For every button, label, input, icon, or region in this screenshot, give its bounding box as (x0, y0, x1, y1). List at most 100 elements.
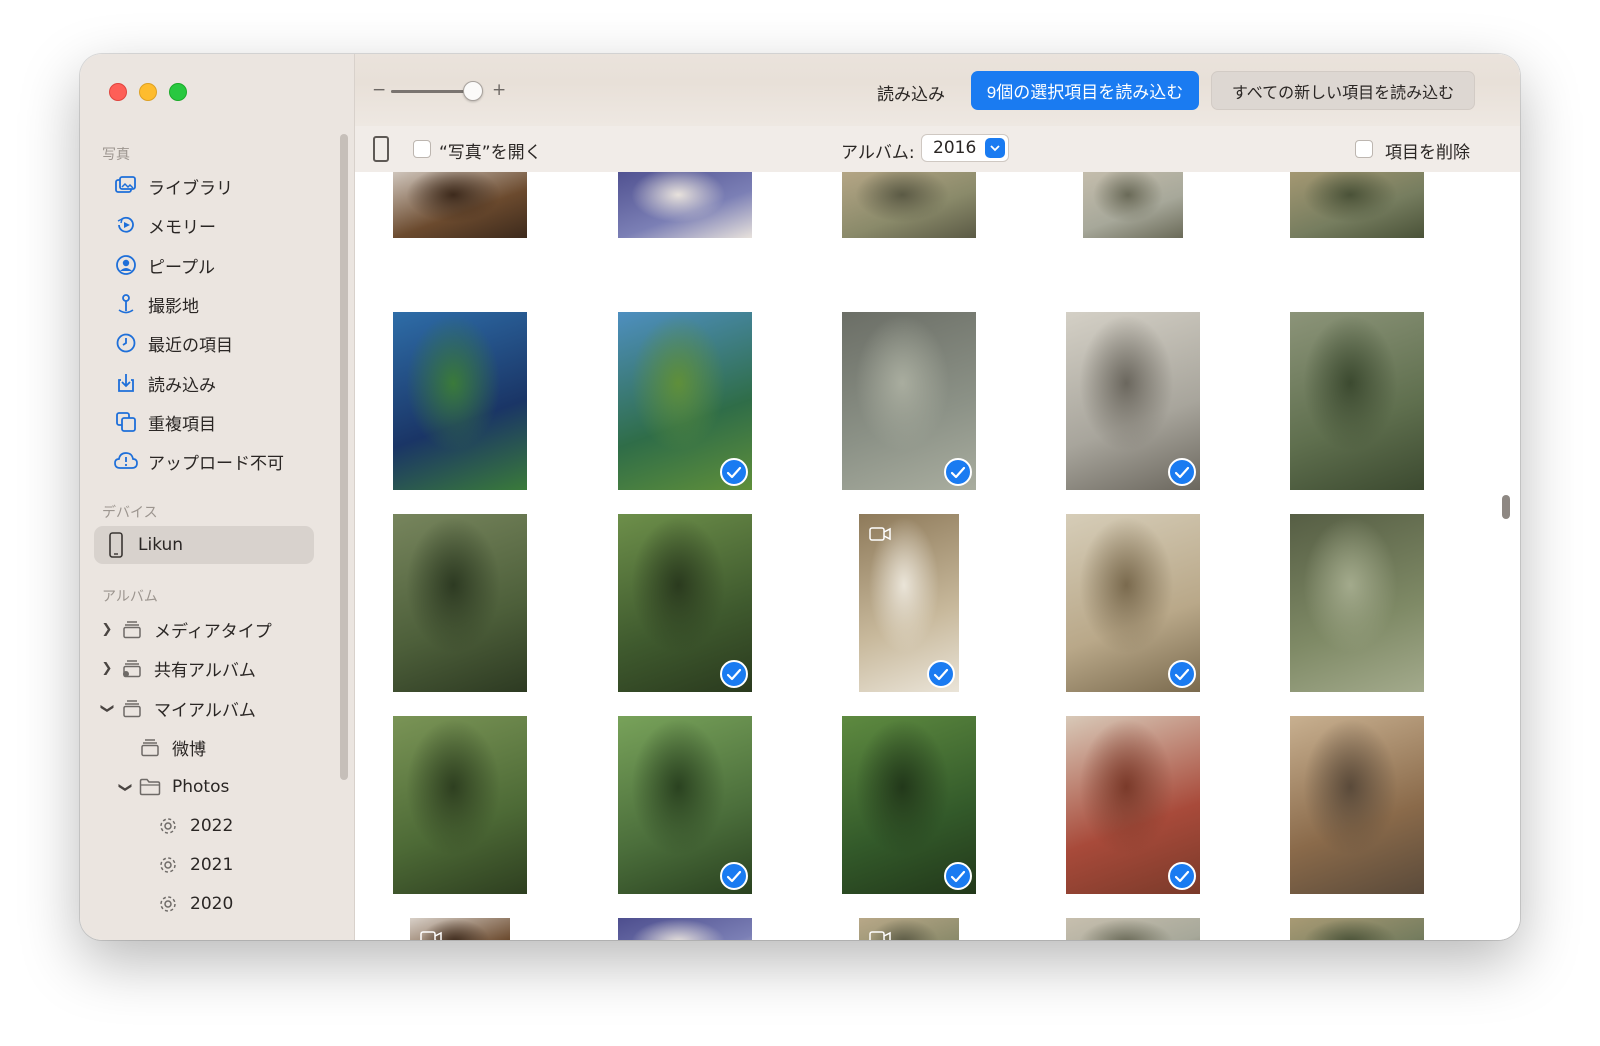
sidebar-item-places[interactable]: 撮影地 (114, 285, 199, 323)
photo-thumbnail[interactable] (618, 312, 752, 490)
photo-thumbnail[interactable] (618, 172, 752, 238)
photo-thumbnail[interactable] (1290, 514, 1424, 692)
photo-thumbnail[interactable] (618, 918, 752, 940)
photo-thumbnail[interactable] (842, 312, 976, 490)
photo-thumbnail[interactable] (842, 716, 976, 894)
section-title-albums: アルバム (102, 589, 158, 605)
photo-thumbnail[interactable] (1290, 918, 1424, 940)
sidebar-item-label: 最近の項目 (148, 335, 233, 356)
memories-icon (114, 213, 138, 237)
photo-thumbnail[interactable] (393, 172, 527, 238)
sidebar-item-memories[interactable]: メモリー (114, 206, 216, 244)
sidebar-item-label: 2022 (190, 816, 234, 836)
photo-thumbnail[interactable] (1066, 918, 1200, 940)
checkmark-icon[interactable] (720, 458, 748, 486)
album-select-value: 2016 (933, 138, 977, 158)
smart-album-gear-icon (156, 814, 180, 838)
photo-thumbnail[interactable] (1290, 312, 1424, 490)
sidebar-item-label: Photos (172, 777, 230, 797)
smart-album-gear-icon (156, 853, 180, 877)
grid-scrollbar[interactable] (1502, 495, 1510, 519)
sidebar-item-imports[interactable]: 読み込み (114, 364, 216, 402)
checkmark-icon[interactable] (1168, 660, 1196, 688)
sidebar-item-shared-albums[interactable]: ❯ 共有アルバム (100, 649, 256, 687)
people-icon (114, 253, 138, 277)
library-icon (114, 174, 138, 198)
photo-thumbnail[interactable] (1066, 312, 1200, 490)
sidebar-item-media-types[interactable]: ❯ メディアタイプ (100, 610, 272, 648)
photo-thumbnail[interactable] (859, 918, 959, 940)
checkmark-icon[interactable] (927, 660, 955, 688)
zoom-window-button[interactable] (169, 83, 187, 101)
album-select[interactable]: 2016 (921, 134, 1009, 162)
sidebar-item-2021[interactable]: 2021 (156, 846, 233, 884)
minimize-window-button[interactable] (139, 83, 157, 101)
photo-grid (355, 172, 1520, 940)
sidebar-item-label: 撮影地 (148, 296, 199, 317)
sidebar-item-label: メモリー (148, 217, 216, 238)
sidebar-item-label: Likun (138, 535, 184, 555)
sidebar-item-my-albums[interactable]: ❯ マイアルバム (100, 689, 256, 727)
import-selected-button[interactable]: 9個の選択項目を読み込む (971, 71, 1199, 110)
album-stack-icon (138, 735, 162, 759)
sidebar-item-device-likun[interactable]: Likun (94, 526, 314, 564)
photo-thumbnail[interactable] (393, 312, 527, 490)
sidebar-item-weibo[interactable]: 微博 (138, 728, 206, 766)
photo-thumbnail[interactable] (410, 918, 510, 940)
sidebar-item-photos-folder[interactable]: ❯ Photos (118, 768, 230, 806)
shared-album-icon (120, 656, 144, 680)
photo-thumbnail[interactable] (1066, 716, 1200, 894)
chevron-down-icon[interactable]: ❯ (118, 780, 133, 794)
chevron-right-icon[interactable]: ❯ (100, 661, 114, 676)
chevron-right-icon[interactable]: ❯ (100, 622, 114, 637)
checkmark-icon[interactable] (1168, 458, 1196, 486)
photo-thumbnail[interactable] (393, 716, 527, 894)
close-window-button[interactable] (109, 83, 127, 101)
delete-items-checkbox[interactable] (1355, 140, 1373, 158)
checkmark-icon[interactable] (720, 660, 748, 688)
sidebar-item-unable-to-upload[interactable]: アップロード不可 (114, 442, 284, 480)
sidebar-item-library[interactable]: ライブラリ (114, 167, 233, 205)
sidebar-item-duplicates[interactable]: 重複項目 (114, 403, 216, 441)
photo-thumbnail[interactable] (618, 514, 752, 692)
import-all-new-button[interactable]: すべての新しい項目を読み込む (1211, 71, 1475, 110)
open-photos-checkbox[interactable] (413, 140, 431, 158)
window-controls (109, 83, 187, 101)
sidebar-item-label: 重複項目 (148, 414, 216, 435)
photo-thumbnail[interactable] (618, 716, 752, 894)
photo-thumbnail[interactable] (1290, 716, 1424, 894)
chevron-down-icon[interactable]: ❯ (100, 701, 115, 715)
chevron-down-icon (985, 138, 1005, 158)
photo-thumbnail[interactable] (859, 514, 959, 692)
photo-thumbnail[interactable] (1290, 172, 1424, 238)
zoom-slider-thumb[interactable] (463, 81, 483, 101)
photo-thumbnail[interactable] (1083, 172, 1183, 238)
checkmark-icon[interactable] (720, 862, 748, 890)
section-title-devices: デバイス (102, 505, 158, 521)
photo-thumbnail[interactable] (842, 172, 976, 238)
places-icon (114, 292, 138, 316)
checkmark-icon[interactable] (944, 862, 972, 890)
checkmark-icon[interactable] (944, 458, 972, 486)
toolbar: − + 読み込み 9個の選択項目を読み込む すべての新しい項目を読み込む (355, 54, 1520, 126)
sidebar-item-recents[interactable]: 最近の項目 (114, 324, 233, 362)
zoom-in-button[interactable]: + (492, 80, 506, 100)
sidebar-item-people[interactable]: ピープル (114, 246, 215, 284)
import-button[interactable]: 読み込み (877, 80, 945, 105)
sidebar-item-2022[interactable]: 2022 (156, 807, 233, 845)
sidebar-scrollbar[interactable] (340, 134, 348, 780)
sidebar-item-label: 読み込み (148, 375, 216, 396)
sidebar-item-label: 2021 (190, 855, 234, 875)
open-photos-label: “写真”を開く (439, 143, 542, 163)
sidebar-item-label: ピープル (148, 257, 215, 278)
folder-icon (138, 775, 162, 799)
sidebar-item-2020[interactable]: 2020 (156, 885, 233, 923)
zoom-out-button[interactable]: − (372, 80, 386, 100)
photo-thumbnail[interactable] (393, 514, 527, 692)
iphone-icon (104, 532, 128, 558)
checkmark-icon[interactable] (1168, 862, 1196, 890)
imports-icon (114, 371, 138, 395)
photo-thumbnail[interactable] (1066, 514, 1200, 692)
sidebar-item-label: 微博 (172, 739, 206, 760)
zoom-slider-fill (391, 90, 472, 93)
